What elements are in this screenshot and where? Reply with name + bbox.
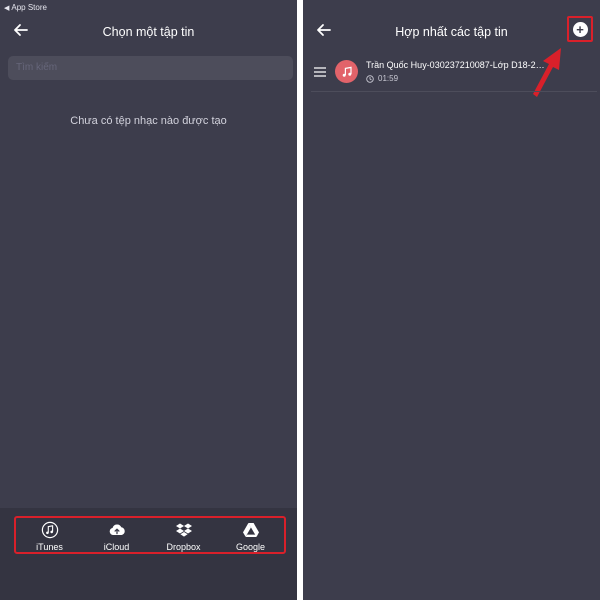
tab-itunes[interactable]: iTunes: [16, 518, 83, 552]
clock-icon: [366, 74, 374, 83]
empty-state-message: Chưa có tệp nhạc nào được tạo: [70, 115, 227, 127]
page-title: Hợp nhất các tập tin: [395, 25, 508, 39]
file-duration-row: 01:59: [366, 74, 398, 83]
merge-files-screen: Hợp nhất các tập tin + Trần Quốc Huy-030…: [303, 0, 600, 600]
file-name: Trần Quốc Huy-030237210087-Lớp D18-2…: [366, 60, 545, 70]
search-input[interactable]: Tìm kiếm: [8, 56, 293, 80]
google-drive-icon: [242, 521, 260, 539]
status-bar: ◀ App Store: [4, 3, 47, 12]
tab-dropbox[interactable]: Dropbox: [150, 518, 217, 552]
page-title: Chọn một tập tin: [102, 25, 195, 39]
source-tabs-highlight: iTunes iCloud Dropbox Google: [14, 516, 286, 554]
cloud-upload-icon: [108, 521, 126, 539]
tab-google[interactable]: Google: [217, 518, 284, 552]
dropbox-icon: [175, 521, 193, 539]
add-file-button[interactable]: +: [567, 16, 593, 42]
list-item[interactable]: Trần Quốc Huy-030237210087-Lớp D18-2… 01…: [311, 54, 597, 92]
tab-icloud[interactable]: iCloud: [83, 518, 150, 552]
drag-handle-icon[interactable]: [314, 66, 326, 78]
tab-icloud-label: iCloud: [103, 542, 130, 552]
back-triangle-icon: ◀: [4, 4, 10, 12]
file-duration: 01:59: [378, 74, 399, 83]
tab-google-label: Google: [235, 542, 266, 552]
music-note-icon: [41, 521, 59, 539]
status-back-label[interactable]: App Store: [11, 3, 47, 12]
tab-dropbox-label: Dropbox: [166, 542, 201, 552]
tab-itunes-label: iTunes: [36, 542, 63, 552]
select-file-screen: ◀ App Store Chọn một tập tin Tìm kiếm Ch…: [0, 0, 297, 600]
music-file-icon: [335, 60, 358, 83]
plus-circle-icon: +: [572, 21, 588, 37]
search-placeholder: Tìm kiếm: [16, 62, 58, 73]
